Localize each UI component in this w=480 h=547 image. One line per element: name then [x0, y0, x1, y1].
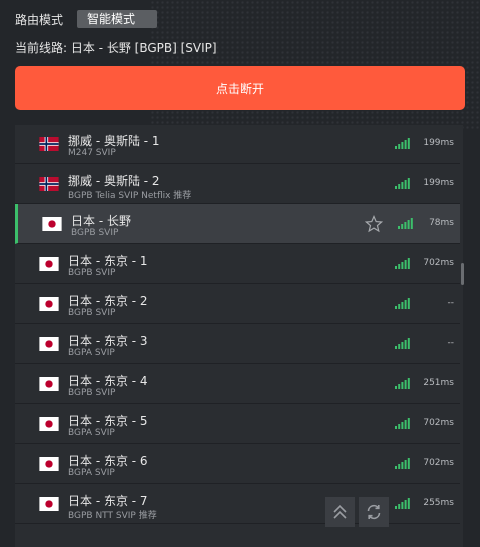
- server-tags: BGPB SVIP: [71, 228, 119, 238]
- current-line: 当前线路: 日本 - 长野 [BGPB] [SVIP]: [15, 39, 217, 56]
- server-name: 日本 - 东京 - 6: [68, 454, 148, 468]
- scrollbar-thumb[interactable]: [461, 263, 464, 285]
- server-name: 挪威 - 奥斯陆 - 2: [68, 174, 160, 188]
- server-name: 日本 - 东京 - 4: [68, 374, 148, 388]
- route-mode-label: 路由模式: [15, 12, 64, 27]
- server-row[interactable]: 日本 - 东京 - 6 BGPA SVIP 702ms: [15, 444, 460, 484]
- server-row[interactable]: 日本 - 东京 - 5 BGPA SVIP 702ms: [15, 404, 460, 444]
- refresh-icon: [367, 504, 381, 520]
- server-tags: BGPB NTT SVIP 推荐: [68, 511, 157, 521]
- signal-strength-icon: [395, 258, 410, 269]
- server-row[interactable]: 日本 - 东京 - 2 BGPB SVIP --: [15, 284, 460, 324]
- current-line-value: 日本 - 长野 [BGPB] [SVIP]: [70, 41, 217, 55]
- server-tags: M247 SVIP: [68, 148, 116, 158]
- signal-strength-icon: [395, 378, 410, 389]
- server-row[interactable]: 日本 - 东京 - 3 BGPA SVIP --: [15, 324, 460, 364]
- norway-flag-icon: [39, 177, 59, 191]
- server-row[interactable]: 日本 - 东京 - 4 BGPB SVIP 251ms: [15, 364, 460, 404]
- signal-strength-icon: [395, 498, 410, 509]
- signal-strength-icon: [395, 298, 410, 309]
- signal-strength-icon: [398, 218, 413, 229]
- server-latency: 199ms: [423, 138, 454, 148]
- server-latency: 702ms: [423, 458, 454, 468]
- server-tags: BGPA SVIP: [68, 468, 115, 478]
- signal-strength-icon: [395, 458, 410, 469]
- favorite-star-icon[interactable]: [365, 215, 383, 233]
- route-mode-select[interactable]: 智能模式: [77, 10, 157, 28]
- world-map-background: [150, 0, 480, 130]
- refresh-button[interactable]: [359, 497, 389, 527]
- server-list: 挪威 - 奥斯陆 - 1 M247 SVIP 199ms 挪威 - 奥斯陆 - 2 BG…: [15, 125, 463, 547]
- server-name: 日本 - 东京 - 2: [68, 294, 148, 308]
- server-latency: --: [447, 338, 455, 348]
- server-tags: BGPB SVIP: [68, 308, 116, 318]
- japan-flag-icon: [39, 457, 59, 471]
- server-tags: BGPB SVIP: [68, 388, 116, 398]
- server-name: 日本 - 东京 - 3: [68, 334, 148, 348]
- server-row[interactable]: 挪威 - 奥斯陆 - 1 M247 SVIP 199ms: [15, 125, 460, 164]
- server-latency: 702ms: [423, 418, 454, 428]
- japan-flag-icon: [39, 417, 59, 431]
- double-chevron-up-icon: [333, 504, 347, 519]
- server-latency: 78ms: [429, 218, 454, 228]
- signal-strength-icon: [395, 178, 410, 189]
- scroll-to-top-button[interactable]: [325, 497, 355, 527]
- japan-flag-icon: [39, 497, 59, 511]
- server-name: 日本 - 东京 - 7: [68, 494, 148, 508]
- signal-strength-icon: [395, 338, 410, 349]
- signal-strength-icon: [395, 418, 410, 429]
- server-latency: 199ms: [423, 178, 454, 188]
- route-mode-row: 路由模式 智能模式: [15, 10, 157, 28]
- japan-flag-icon: [39, 297, 59, 311]
- server-latency: --: [447, 298, 455, 308]
- server-row[interactable]: 日本 - 长野 BGPB SVIP 78ms: [15, 204, 460, 244]
- server-latency: 255ms: [423, 498, 454, 508]
- server-row[interactable]: 挪威 - 奥斯陆 - 2 BGPB Telia SVIP Netflix 推荐 19…: [15, 164, 460, 204]
- japan-flag-icon: [39, 257, 59, 271]
- server-tags: BGPA SVIP: [68, 348, 115, 358]
- server-tags: BGPA SVIP: [68, 428, 115, 438]
- disconnect-button[interactable]: 点击断开: [15, 66, 465, 110]
- server-latency: 702ms: [423, 258, 454, 268]
- signal-strength-icon: [395, 138, 410, 149]
- server-name: 挪威 - 奥斯陆 - 1: [68, 134, 160, 148]
- server-name: 日本 - 长野: [71, 214, 131, 228]
- server-row[interactable]: 日本 - 东京 - 7 BGPB NTT SVIP 推荐 255ms: [15, 484, 460, 524]
- server-tags: BGPB Telia SVIP Netflix 推荐: [68, 191, 192, 201]
- server-row[interactable]: 日本 - 东京 - 1 BGPB SVIP 702ms: [15, 244, 460, 284]
- server-latency: 251ms: [423, 378, 454, 388]
- server-tags: BGPB SVIP: [68, 268, 116, 278]
- server-name: 日本 - 东京 - 1: [68, 254, 148, 268]
- japan-flag-icon: [39, 337, 59, 351]
- japan-flag-icon: [39, 377, 59, 391]
- norway-flag-icon: [39, 137, 59, 151]
- japan-flag-icon: [42, 217, 62, 231]
- server-name: 日本 - 东京 - 5: [68, 414, 148, 428]
- current-line-label: 当前线路:: [15, 41, 68, 55]
